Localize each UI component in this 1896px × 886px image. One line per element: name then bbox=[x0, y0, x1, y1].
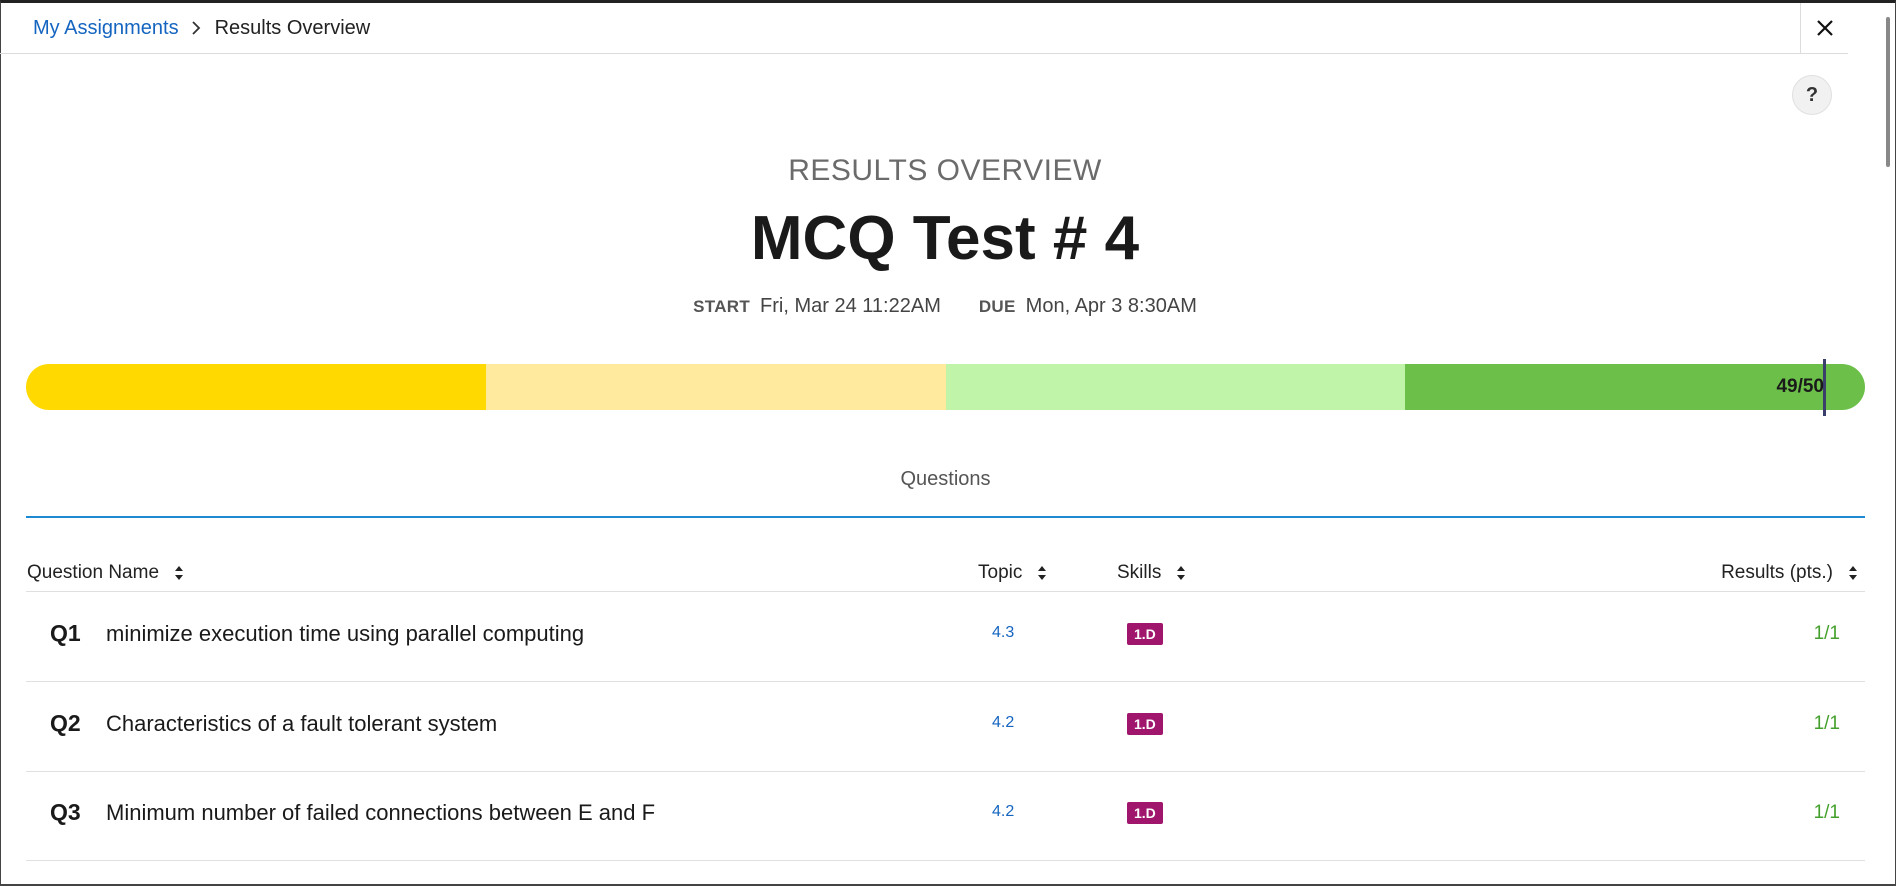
question-name[interactable]: Characteristics of a fault tolerant syst… bbox=[106, 711, 497, 737]
score-progress-bar bbox=[26, 364, 1865, 410]
column-skills-label: Skills bbox=[1117, 562, 1162, 583]
start-date: START Fri, Mar 24 11:22AM bbox=[693, 295, 941, 318]
question-result: 1/1 bbox=[1813, 623, 1840, 644]
scrollbar-thumb[interactable] bbox=[1886, 17, 1890, 167]
column-results[interactable]: Results (pts.) bbox=[1721, 562, 1859, 584]
question-name[interactable]: Minimum number of failed connections bet… bbox=[106, 800, 655, 826]
start-value: Fri, Mar 24 11:22AM bbox=[760, 295, 941, 317]
question-name[interactable]: minimize execution time using parallel c… bbox=[106, 621, 584, 647]
close-icon bbox=[1816, 20, 1833, 36]
column-skills[interactable]: Skills bbox=[1117, 562, 1187, 584]
progress-segment-1 bbox=[26, 364, 486, 410]
help-button[interactable]: ? bbox=[1792, 75, 1832, 115]
chevron-right-icon bbox=[191, 21, 201, 35]
sort-icon[interactable] bbox=[1036, 564, 1048, 582]
question-number: Q2 bbox=[50, 710, 81, 736]
tab-underline bbox=[26, 516, 1865, 518]
column-results-label: Results (pts.) bbox=[1721, 562, 1833, 583]
tab-questions[interactable]: Questions bbox=[26, 468, 1865, 491]
question-number: Q1 bbox=[50, 620, 81, 646]
due-label: DUE bbox=[978, 297, 1016, 316]
due-date: DUE Mon, Apr 3 8:30AM bbox=[979, 295, 1197, 318]
breadcrumb-my-assignments-link[interactable]: My Assignments bbox=[33, 17, 179, 40]
due-value: Mon, Apr 3 8:30AM bbox=[1025, 295, 1197, 317]
column-topic-label: Topic bbox=[978, 562, 1023, 583]
skill-badge: 1.D bbox=[1127, 713, 1163, 735]
breadcrumb: My Assignments Results Overview bbox=[0, 3, 1848, 54]
assignment-dates: START Fri, Mar 24 11:22AM DUE Mon, Apr 3 8… bbox=[0, 295, 1890, 318]
topic-link[interactable]: 4.3 bbox=[992, 624, 1014, 642]
sort-icon[interactable] bbox=[1847, 564, 1859, 582]
page-title: MCQ Test # 4 bbox=[750, 204, 1140, 273]
close-button[interactable] bbox=[1800, 3, 1848, 54]
question-number: Q3 bbox=[50, 799, 81, 825]
sort-icon[interactable] bbox=[173, 564, 185, 582]
start-label: START bbox=[693, 297, 751, 316]
question-result: 1/1 bbox=[1813, 802, 1840, 823]
page-eyebrow: RESULTS OVERVIEW bbox=[788, 154, 1102, 187]
column-question-name-label: Question Name bbox=[27, 562, 160, 583]
table-row[interactable]: Q2 Characteristics of a fault tolerant s… bbox=[26, 682, 1865, 772]
column-topic[interactable]: Topic bbox=[978, 562, 1048, 584]
column-question-name[interactable]: Question Name bbox=[27, 562, 185, 584]
topic-link[interactable]: 4.2 bbox=[992, 714, 1014, 732]
table-header: Question Name Topic Skills Results (pts.… bbox=[26, 556, 1865, 592]
topic-link[interactable]: 4.2 bbox=[992, 803, 1014, 821]
skill-badge: 1.D bbox=[1127, 623, 1163, 645]
table-row[interactable]: Q1 minimize execution time using paralle… bbox=[26, 592, 1865, 682]
table-row[interactable]: Q3 Minimum number of failed connections … bbox=[26, 771, 1865, 861]
progress-segment-3 bbox=[945, 364, 1406, 410]
sort-icon[interactable] bbox=[1175, 564, 1187, 582]
question-result: 1/1 bbox=[1813, 713, 1840, 734]
score-label: 49/50 bbox=[1776, 376, 1824, 397]
progress-segment-2 bbox=[485, 364, 946, 410]
skill-badge: 1.D bbox=[1127, 802, 1163, 824]
breadcrumb-current: Results Overview bbox=[214, 16, 371, 39]
